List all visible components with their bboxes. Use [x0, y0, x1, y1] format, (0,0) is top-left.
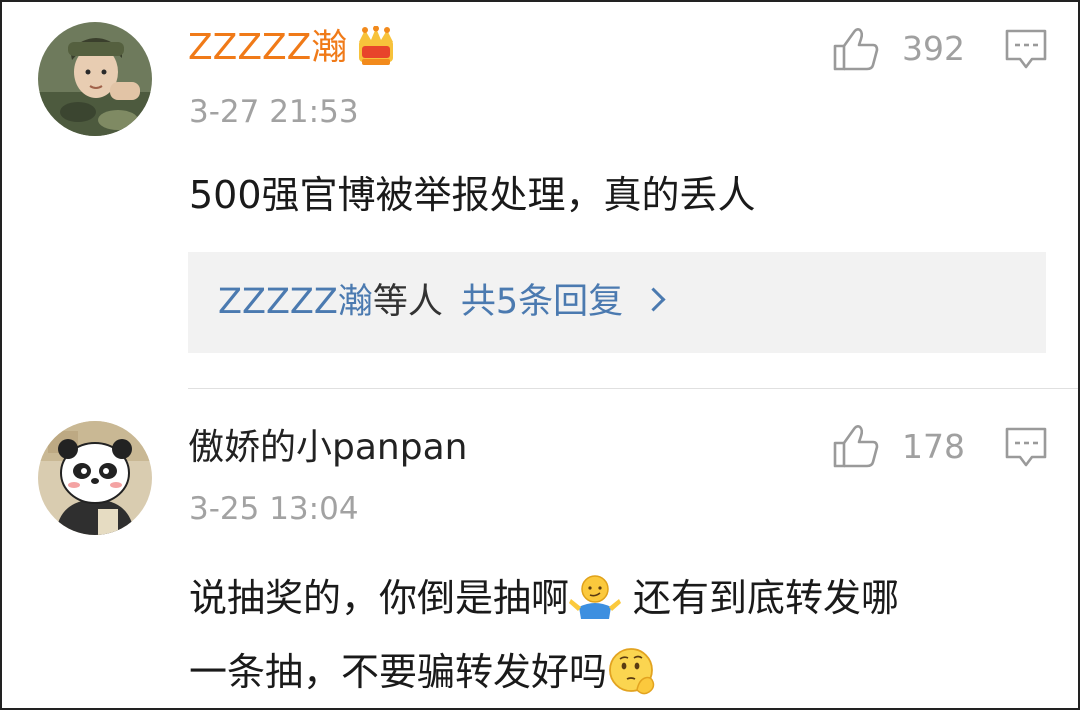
- comment-text: 500强官博被举报处理，真的丢人: [189, 173, 756, 217]
- comment-text-part: 还有到底转发哪: [633, 576, 900, 620]
- comment-reply-icon[interactable]: [1004, 28, 1048, 72]
- reply-count-link[interactable]: 共5条回复: [461, 282, 623, 322]
- comment-reply-icon[interactable]: [1004, 426, 1048, 470]
- replies-preview[interactable]: ZZZZZ瀚等人 共5条回复: [188, 252, 1046, 353]
- like-count: 392: [902, 29, 965, 68]
- shrug-emoji-icon: [569, 574, 622, 619]
- username[interactable]: ZZZZZ瀚: [188, 26, 347, 70]
- comment-time: 3-27 21:53: [189, 94, 359, 130]
- thumbs-up-icon[interactable]: [832, 423, 880, 469]
- comment-time: 3-25 13:04: [189, 491, 359, 527]
- chevron-right-icon: [641, 287, 666, 312]
- reply-others-label: 等人: [372, 282, 443, 322]
- comment-item: ZZZZZ瀚 3-27 21:53 392 500强官博被举报处理，真的丢人 Z…: [2, 2, 1078, 388]
- avatar[interactable]: [38, 421, 152, 535]
- reply-author-link[interactable]: ZZZZZ瀚: [218, 282, 373, 322]
- avatar[interactable]: [38, 22, 152, 136]
- thumbs-up-icon[interactable]: [832, 26, 880, 72]
- comment-text-part: 一条抽，不要骗转发好吗: [189, 650, 608, 694]
- thinking-emoji-icon: [609, 647, 655, 694]
- crown-icon: [359, 26, 393, 65]
- username[interactable]: 傲娇的小panpan: [188, 426, 467, 470]
- comment-text-part: 说抽奖的，你倒是抽啊: [189, 576, 570, 620]
- comment-text: 说抽奖的，你倒是抽啊 还有到底转发哪 一条抽，不要骗转发好吗: [189, 561, 899, 709]
- comment-item: 傲娇的小panpan 3-25 13:04 178 说抽奖的，你倒是抽啊 还有到…: [2, 389, 1078, 712]
- like-count: 178: [902, 427, 965, 466]
